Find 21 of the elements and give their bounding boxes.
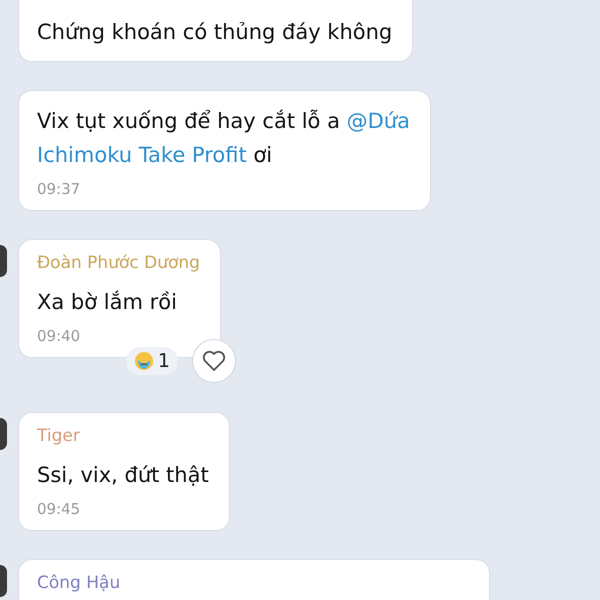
message-time: 09:40 xyxy=(37,327,82,345)
reaction-badge[interactable]: 1 xyxy=(126,347,178,375)
crying-face-icon xyxy=(134,351,154,371)
avatar[interactable] xyxy=(0,565,7,597)
message-text: Chứng khoán có thủng đáy không xyxy=(37,20,392,44)
like-button[interactable] xyxy=(192,339,236,383)
sender-name: Tiger xyxy=(37,426,81,446)
message-text: Vix tụt xuống để hay cắt lỗ a xyxy=(37,109,341,133)
message-time: 09:45 xyxy=(37,500,82,518)
avatar[interactable] xyxy=(0,418,7,450)
reaction-count: 1 xyxy=(158,350,170,372)
message-text: Ssi, vix, đứt thật xyxy=(37,463,209,487)
message-text: ơi xyxy=(252,143,272,167)
sender-name: Công Hậu xyxy=(37,573,122,593)
mention-link[interactable]: @Dứa xyxy=(346,109,410,133)
mention-link[interactable]: Ichimoku Take Profit xyxy=(37,143,247,167)
heart-icon xyxy=(202,350,226,372)
message-text: Xa bờ lắm rồi xyxy=(37,290,177,314)
avatar[interactable] xyxy=(0,245,7,277)
message-time: 09:37 xyxy=(37,180,82,198)
sender-name: Đoàn Phước Dương xyxy=(37,253,200,273)
